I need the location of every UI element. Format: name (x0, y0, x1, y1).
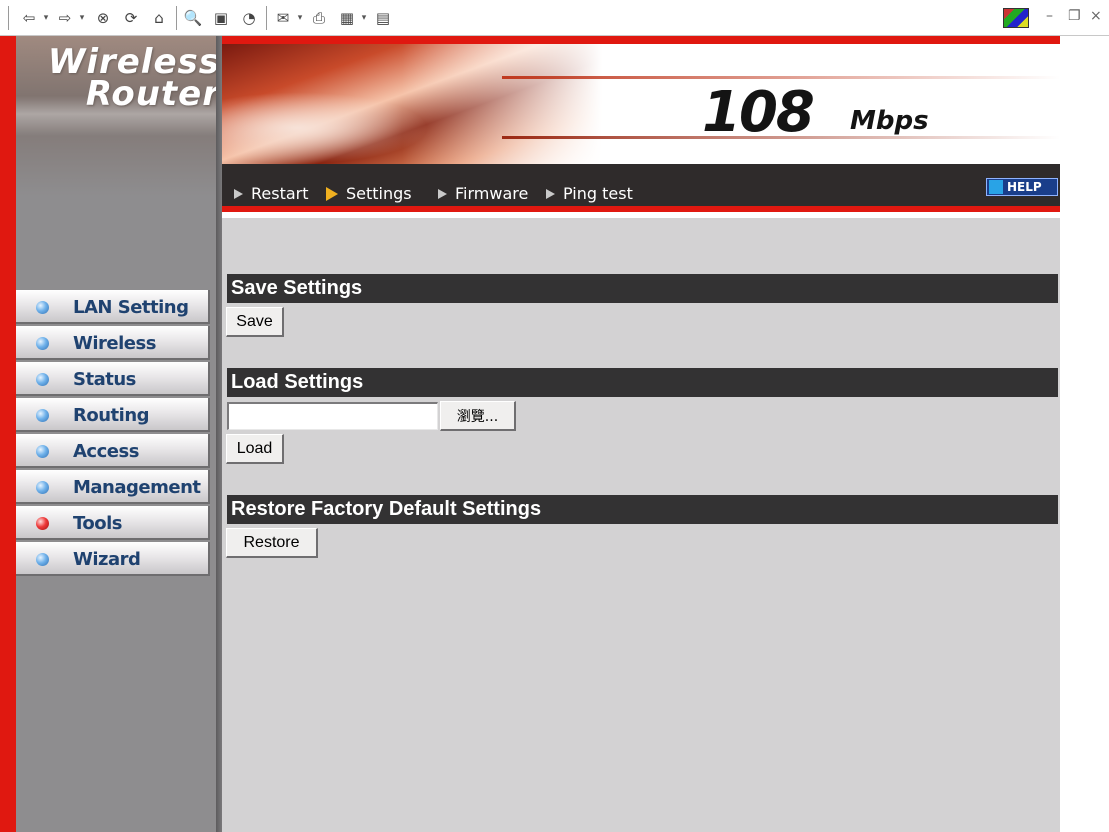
refresh-icon[interactable]: ⟳ (120, 8, 142, 28)
help-button[interactable]: HELP (986, 178, 1058, 196)
minimize-icon[interactable]: – (1046, 8, 1053, 24)
save-settings-header: Save Settings (227, 274, 1058, 303)
header-banner: 108 Mbps (222, 36, 1060, 164)
discuss-icon[interactable]: ▤ (372, 8, 394, 28)
nav-red-stripe (222, 206, 1060, 212)
sidebar-item-label: Wizard (73, 549, 141, 570)
nav-label: Ping test (563, 184, 633, 203)
sidebar-item-wireless[interactable]: Wireless (16, 326, 210, 360)
sidebar-item-label: Routing (73, 405, 150, 426)
sidebar-item-label: Access (73, 441, 139, 462)
logo-area: Wireless Router (16, 36, 216, 196)
banner-red-stripe (222, 36, 1060, 44)
forward-dropdown-icon[interactable]: ▾ (76, 8, 88, 28)
sidebar-item-wizard[interactable]: Wizard (16, 542, 210, 576)
edit-dropdown-icon[interactable]: ▾ (358, 8, 370, 28)
edit-icon[interactable]: ▦ (336, 8, 358, 28)
sidebar-item-access[interactable]: Access (16, 434, 210, 468)
sidebar-item-lan-setting[interactable]: LAN Setting (16, 290, 210, 324)
sidebar-item-label: Management (73, 477, 201, 498)
banner-line (502, 76, 1060, 79)
sidebar-item-management[interactable]: Management (16, 470, 210, 504)
bullet-icon (36, 553, 49, 566)
history-icon[interactable]: ◔ (238, 8, 260, 28)
sidebar-item-label: Tools (73, 513, 123, 534)
load-settings-header: Load Settings (227, 368, 1058, 397)
home-icon[interactable]: ⌂ (148, 8, 170, 28)
top-nav: Restart Settings Firmware Ping test HELP (222, 164, 1060, 212)
toolbar-grip (8, 6, 10, 30)
nav-label: Firmware (455, 184, 529, 203)
close-icon[interactable]: × (1090, 8, 1102, 24)
active-arrow-icon (326, 186, 338, 201)
logo: Wireless Router (30, 45, 216, 114)
nav-label: Settings (346, 184, 412, 203)
mail-dropdown-icon[interactable]: ▾ (294, 8, 306, 28)
active-bullet-icon (36, 517, 49, 530)
mail-icon[interactable]: ✉ (272, 8, 294, 28)
nav-firmware[interactable]: Firmware (438, 184, 528, 203)
speed-unit-label: Mbps (850, 106, 929, 136)
sidebar-item-status[interactable]: Status (16, 362, 210, 396)
browser-toolbar: ⇦ ▾ ⇨ ▾ ⊗ ⟳ ⌂ 🔍 ▣ ◔ ✉ ▾ ⎙ ▦ ▾ ▤ – ❐ × (0, 0, 1109, 36)
arrow-icon (234, 188, 243, 199)
nav-restart[interactable]: Restart (234, 184, 309, 203)
browse-button[interactable]: 瀏覽... (440, 401, 516, 431)
stop-icon[interactable]: ⊗ (92, 8, 114, 28)
back-icon[interactable]: ⇦ (18, 8, 40, 28)
bullet-icon (36, 301, 49, 314)
sidebar-red-stripe (0, 36, 16, 832)
windows-logo-icon (1003, 8, 1029, 28)
forward-icon[interactable]: ⇨ (54, 8, 76, 28)
bullet-icon (36, 337, 49, 350)
help-icon (989, 180, 1003, 194)
bullet-icon (36, 373, 49, 386)
right-margin (1060, 36, 1109, 832)
main-content: Save Settings Save Load Settings 瀏覽... L… (222, 218, 1060, 832)
bullet-icon (36, 445, 49, 458)
search-icon[interactable]: 🔍 (182, 8, 204, 28)
sidebar-item-label: Wireless (73, 333, 156, 354)
bullet-icon (36, 409, 49, 422)
logo-line-2: Router (85, 74, 216, 114)
sidebar-item-label: Status (73, 369, 136, 390)
toolbar-separator (266, 6, 267, 30)
nav-settings[interactable]: Settings (326, 184, 412, 203)
bullet-icon (36, 481, 49, 494)
toolbar-separator (176, 6, 177, 30)
print-icon[interactable]: ⎙ (308, 8, 330, 28)
arrow-icon (438, 188, 447, 199)
back-dropdown-icon[interactable]: ▾ (40, 8, 52, 28)
sidebar-item-tools[interactable]: Tools (16, 506, 210, 540)
save-button[interactable]: Save (226, 307, 284, 337)
arrow-icon (546, 188, 555, 199)
restore-icon[interactable]: ❐ (1068, 8, 1081, 24)
side-menu: LAN Setting Wireless Status Routing Acce… (16, 290, 210, 578)
help-label: HELP (1007, 180, 1042, 194)
sidebar: Wireless Router LAN Setting Wireless Sta… (0, 36, 222, 832)
nav-ping-test[interactable]: Ping test (546, 184, 633, 203)
file-path-input[interactable] (227, 402, 438, 430)
sidebar-item-label: LAN Setting (73, 297, 189, 318)
restore-button[interactable]: Restore (226, 528, 318, 558)
nav-label: Restart (251, 184, 309, 203)
restore-defaults-header: Restore Factory Default Settings (227, 495, 1058, 524)
sidebar-item-routing[interactable]: Routing (16, 398, 210, 432)
speed-label: 108 (702, 80, 815, 145)
banner-artwork (222, 44, 602, 164)
favorites-icon[interactable]: ▣ (210, 8, 232, 28)
load-button[interactable]: Load (226, 434, 284, 464)
